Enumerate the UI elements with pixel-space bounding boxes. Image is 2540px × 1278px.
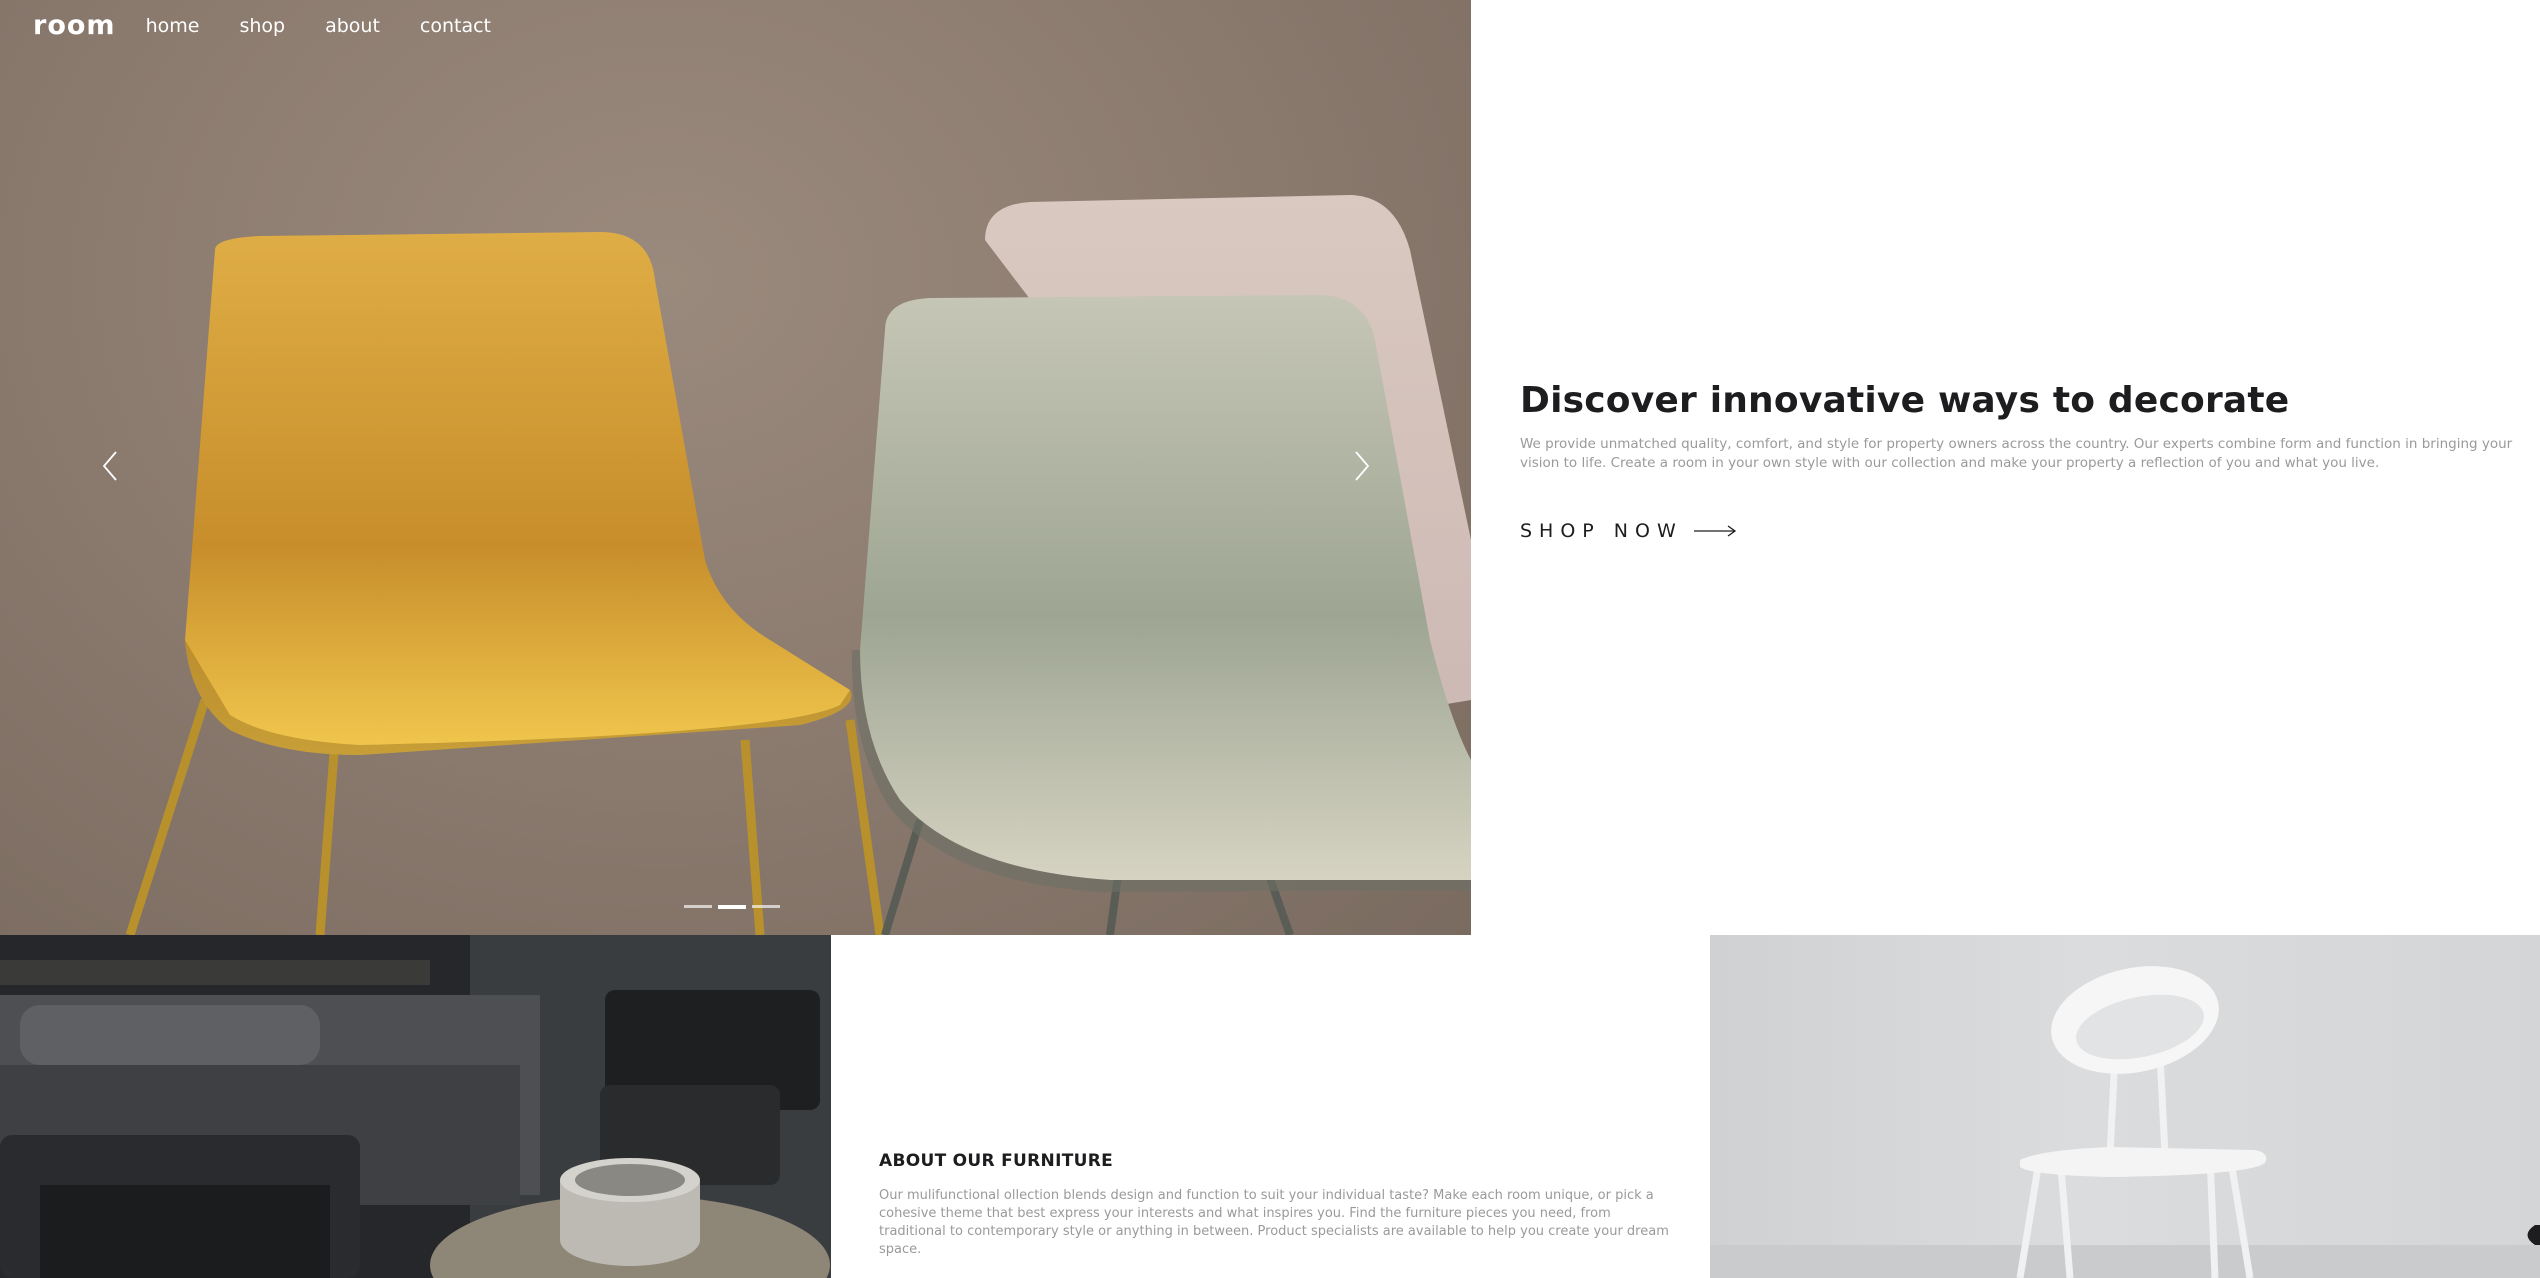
logo[interactable]: room	[33, 10, 116, 41]
chairs-illustration	[125, 195, 1471, 935]
living-room-illustration	[0, 935, 831, 1278]
chevron-left-icon	[102, 451, 117, 481]
shop-now-label: SHOP NOW	[1520, 520, 1683, 542]
nav-link-shop[interactable]: shop	[239, 15, 285, 37]
slider-indicator-1[interactable]	[684, 905, 712, 908]
slider-next-button[interactable]	[1348, 446, 1376, 486]
slider-prev-button[interactable]	[96, 446, 124, 486]
shop-now-button[interactable]: SHOP NOW	[1520, 520, 1737, 542]
slider-indicators	[684, 905, 780, 909]
hero-description: We provide unmatched quality, comfort, a…	[1520, 436, 2513, 471]
hero-content: Discover innovative ways to decorate We …	[1520, 380, 2515, 473]
nav-link-home[interactable]: home	[146, 15, 200, 37]
slider-indicator-3[interactable]	[752, 905, 780, 908]
main-nav: room home shop about contact	[33, 10, 531, 41]
arrow-right-icon	[1693, 525, 1736, 537]
white-chair-illustration	[1710, 966, 2540, 1278]
white-chair-photo	[1710, 935, 2540, 1278]
about-section: ABOUT OUR FURNITURE Our mulifunctional o…	[831, 935, 1710, 1278]
nav-link-contact[interactable]: contact	[420, 15, 491, 37]
about-description: Our mulifunctional ollection blends desi…	[879, 1188, 1669, 1257]
living-room-photo	[0, 935, 831, 1278]
nav-link-about[interactable]: about	[325, 15, 380, 37]
chevron-right-icon	[1355, 451, 1370, 481]
slider-indicator-2[interactable]	[718, 905, 746, 909]
hero-slide-image: room home shop about contact	[0, 0, 1471, 935]
about-title: ABOUT OUR FURNITURE	[879, 1151, 1114, 1171]
hero-title: Discover innovative ways to decorate	[1520, 380, 2290, 421]
